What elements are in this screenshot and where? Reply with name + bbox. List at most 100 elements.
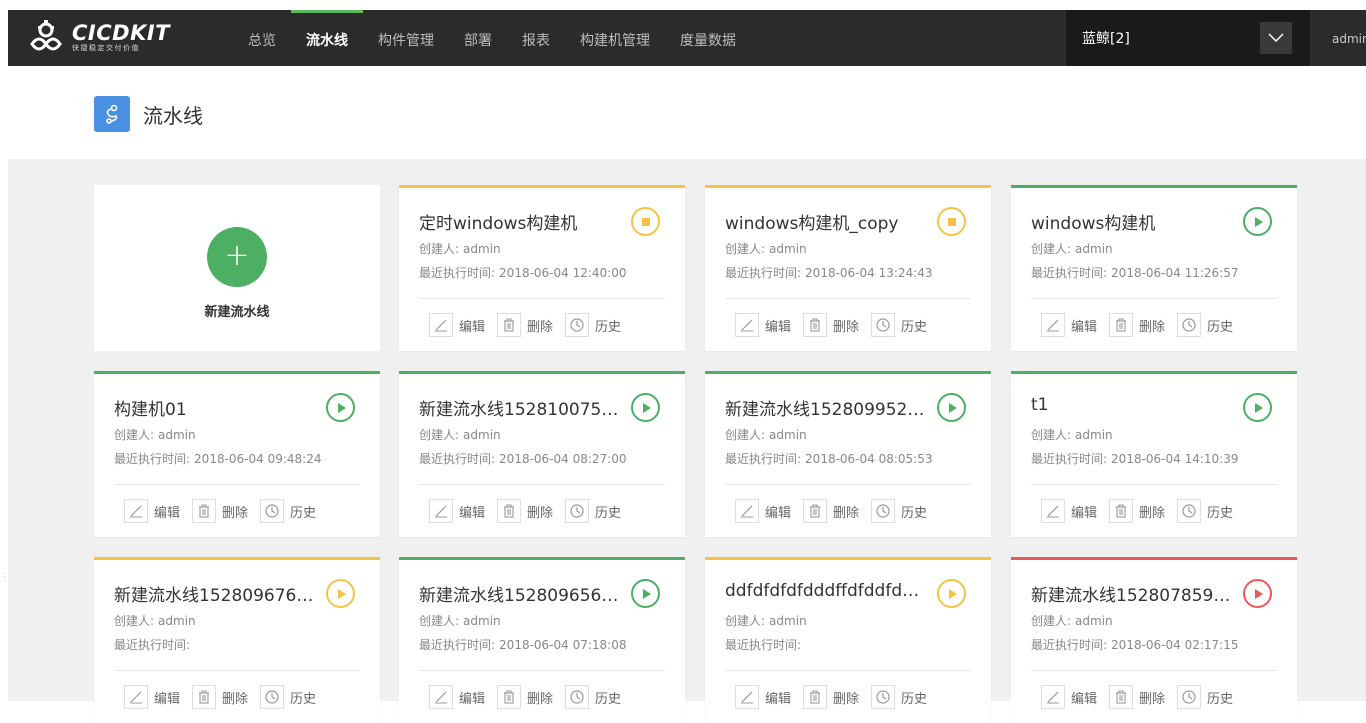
delete-button[interactable]: 删除 [803, 311, 859, 339]
creator-value: admin [769, 242, 807, 256]
last-run-line: 最近执行时间: 2018-06-04 08:05:53 [725, 450, 933, 467]
history-button[interactable]: 历史 [1177, 497, 1233, 525]
nav-metrics[interactable]: 度量数据 [665, 10, 751, 66]
pipeline-card[interactable]: windows构建机_copy 创建人: admin 最近执行时间: 2018-06-0… [705, 185, 991, 351]
nav-artifacts[interactable]: 构件管理 [363, 10, 449, 66]
pipeline-card[interactable]: windows构建机 创建人: admin 最近执行时间: 2018-06-04 11:… [1011, 185, 1297, 351]
run-pipeline-button[interactable] [937, 393, 966, 422]
new-pipeline-label: 新建流水线 [204, 305, 270, 320]
run-pipeline-button[interactable] [1243, 207, 1272, 236]
nav-overview[interactable]: 总览 [233, 10, 291, 66]
pipeline-card[interactable]: 新建流水线152809952… 创建人: admin 最近执行时间: 2018-06-0… [705, 371, 991, 537]
history-button[interactable]: 历史 [871, 497, 927, 525]
pipeline-name[interactable]: windows构建机 [1031, 209, 1231, 234]
logo[interactable]: CICDKIT 快捷稳定交付价值 [26, 18, 170, 58]
pipeline-card[interactable]: 新建流水线152809676… 创建人: admin 最近执行时间: 编辑 删除 历史 [94, 557, 380, 723]
pipeline-name[interactable]: windows构建机_copy [725, 209, 925, 234]
nav-deploy[interactable]: 部署 [449, 10, 507, 66]
history-label: 历史 [595, 319, 622, 335]
edit-button[interactable]: 编辑 [429, 311, 485, 339]
delete-button[interactable]: 删除 [497, 683, 553, 711]
edit-icon [735, 499, 759, 523]
trash-icon [497, 685, 522, 709]
tenant-selector[interactable]: 蓝鲸[2] [1066, 10, 1310, 66]
nav-pipeline[interactable]: 流水线 [291, 10, 363, 66]
run-pipeline-button[interactable] [1243, 579, 1272, 608]
delete-button[interactable]: 删除 [1109, 311, 1165, 339]
last-run-value: 2018-06-04 08:27:00 [499, 452, 627, 466]
delete-button[interactable]: 删除 [497, 311, 553, 339]
edit-button[interactable]: 编辑 [735, 683, 791, 711]
edit-label: 编辑 [765, 505, 792, 521]
stop-pipeline-button[interactable] [937, 207, 966, 236]
add-pipeline-button[interactable]: + [207, 227, 267, 287]
edit-button[interactable]: 编辑 [124, 683, 180, 711]
pipeline-card[interactable]: ddfdfdfdfdddffdfddfdff… 创建人: admin 最近执行时间: 编… [705, 557, 991, 723]
pipeline-name[interactable]: ddfdfdfdfdddffdfddfdff… [725, 581, 925, 601]
history-button[interactable]: 历史 [565, 683, 621, 711]
edit-button[interactable]: 编辑 [735, 311, 791, 339]
history-button[interactable]: 历史 [871, 311, 927, 339]
run-pipeline-button[interactable] [326, 579, 355, 608]
edit-button[interactable]: 编辑 [429, 683, 485, 711]
delete-button[interactable]: 删除 [803, 497, 859, 525]
new-pipeline-card[interactable]: + 新建流水线 [94, 185, 380, 351]
edit-button[interactable]: 编辑 [1041, 497, 1097, 525]
pipeline-name[interactable]: 新建流水线152809676… [114, 581, 314, 606]
pipeline-card[interactable]: 新建流水线152810075… 创建人: admin 最近执行时间: 2018-06-0… [399, 371, 685, 537]
pipeline-name[interactable]: 新建流水线152807859… [1031, 581, 1231, 606]
delete-button[interactable]: 删除 [1109, 497, 1165, 525]
pipeline-name[interactable]: 新建流水线152809656… [419, 581, 619, 606]
creator-label: 创建人: [1031, 614, 1072, 628]
run-pipeline-button[interactable] [631, 393, 660, 422]
delete-button[interactable]: 删除 [803, 683, 859, 711]
pipeline-card[interactable]: 新建流水线152807859… 创建人: admin 最近执行时间: 2018-06-0… [1011, 557, 1297, 723]
edit-button[interactable]: 编辑 [1041, 683, 1097, 711]
pipeline-name[interactable]: t1 [1031, 395, 1231, 415]
delete-button[interactable]: 删除 [192, 683, 248, 711]
history-button[interactable]: 历史 [565, 497, 621, 525]
pipeline-name[interactable]: 定时windows构建机 [419, 209, 619, 234]
last-run-value: 2018-06-04 07:18:08 [499, 638, 627, 652]
run-pipeline-button[interactable] [326, 393, 355, 422]
history-button[interactable]: 历史 [1177, 311, 1233, 339]
side-handle[interactable]: ⋮ [0, 572, 10, 602]
status-bar [94, 557, 380, 560]
edit-icon [124, 499, 148, 523]
edit-button[interactable]: 编辑 [124, 497, 180, 525]
delete-label: 删除 [527, 691, 554, 707]
run-pipeline-button[interactable] [1243, 393, 1272, 422]
pipeline-card[interactable]: t1 创建人: admin 最近执行时间: 2018-06-04 14:10:39 编辑 删… [1011, 371, 1297, 537]
pipeline-card[interactable]: 新建流水线152809656… 创建人: admin 最近执行时间: 2018-06-0… [399, 557, 685, 723]
history-button[interactable]: 历史 [871, 683, 927, 711]
edit-icon [735, 313, 759, 337]
history-button[interactable]: 历史 [260, 497, 316, 525]
trash-icon [1109, 313, 1134, 337]
pipeline-card[interactable]: 构建机01 创建人: admin 最近执行时间: 2018-06-04 09:48:24… [94, 371, 380, 537]
delete-button[interactable]: 删除 [192, 497, 248, 525]
run-pipeline-button[interactable] [937, 579, 966, 608]
pipeline-name[interactable]: 新建流水线152809952… [725, 395, 925, 420]
stop-pipeline-button[interactable] [631, 207, 660, 236]
run-pipeline-button[interactable] [631, 579, 660, 608]
nav-build-machines[interactable]: 构建机管理 [565, 10, 665, 66]
edit-button[interactable]: 编辑 [1041, 311, 1097, 339]
history-button[interactable]: 历史 [260, 683, 316, 711]
pipeline-name[interactable]: 新建流水线152810075… [419, 395, 619, 420]
history-button[interactable]: 历史 [565, 311, 621, 339]
pipeline-name[interactable]: 构建机01 [114, 395, 314, 420]
delete-button[interactable]: 删除 [1109, 683, 1165, 711]
tenant-dropdown-button[interactable] [1260, 22, 1292, 54]
edit-button[interactable]: 编辑 [735, 497, 791, 525]
last-run-label: 最近执行时间: [725, 266, 802, 280]
creator-label: 创建人: [114, 614, 155, 628]
last-run-line: 最近执行时间: 2018-06-04 09:48:24 [114, 450, 322, 467]
delete-button[interactable]: 删除 [497, 497, 553, 525]
nav-reports[interactable]: 报表 [507, 10, 565, 66]
pipeline-card[interactable]: 定时windows构建机 创建人: admin 最近执行时间: 2018-06-04 1… [399, 185, 685, 351]
edit-button[interactable]: 编辑 [429, 497, 485, 525]
user-menu[interactable]: admin [1332, 10, 1366, 68]
last-run-line: 最近执行时间: [114, 636, 194, 653]
status-bar [705, 371, 991, 374]
history-button[interactable]: 历史 [1177, 683, 1233, 711]
